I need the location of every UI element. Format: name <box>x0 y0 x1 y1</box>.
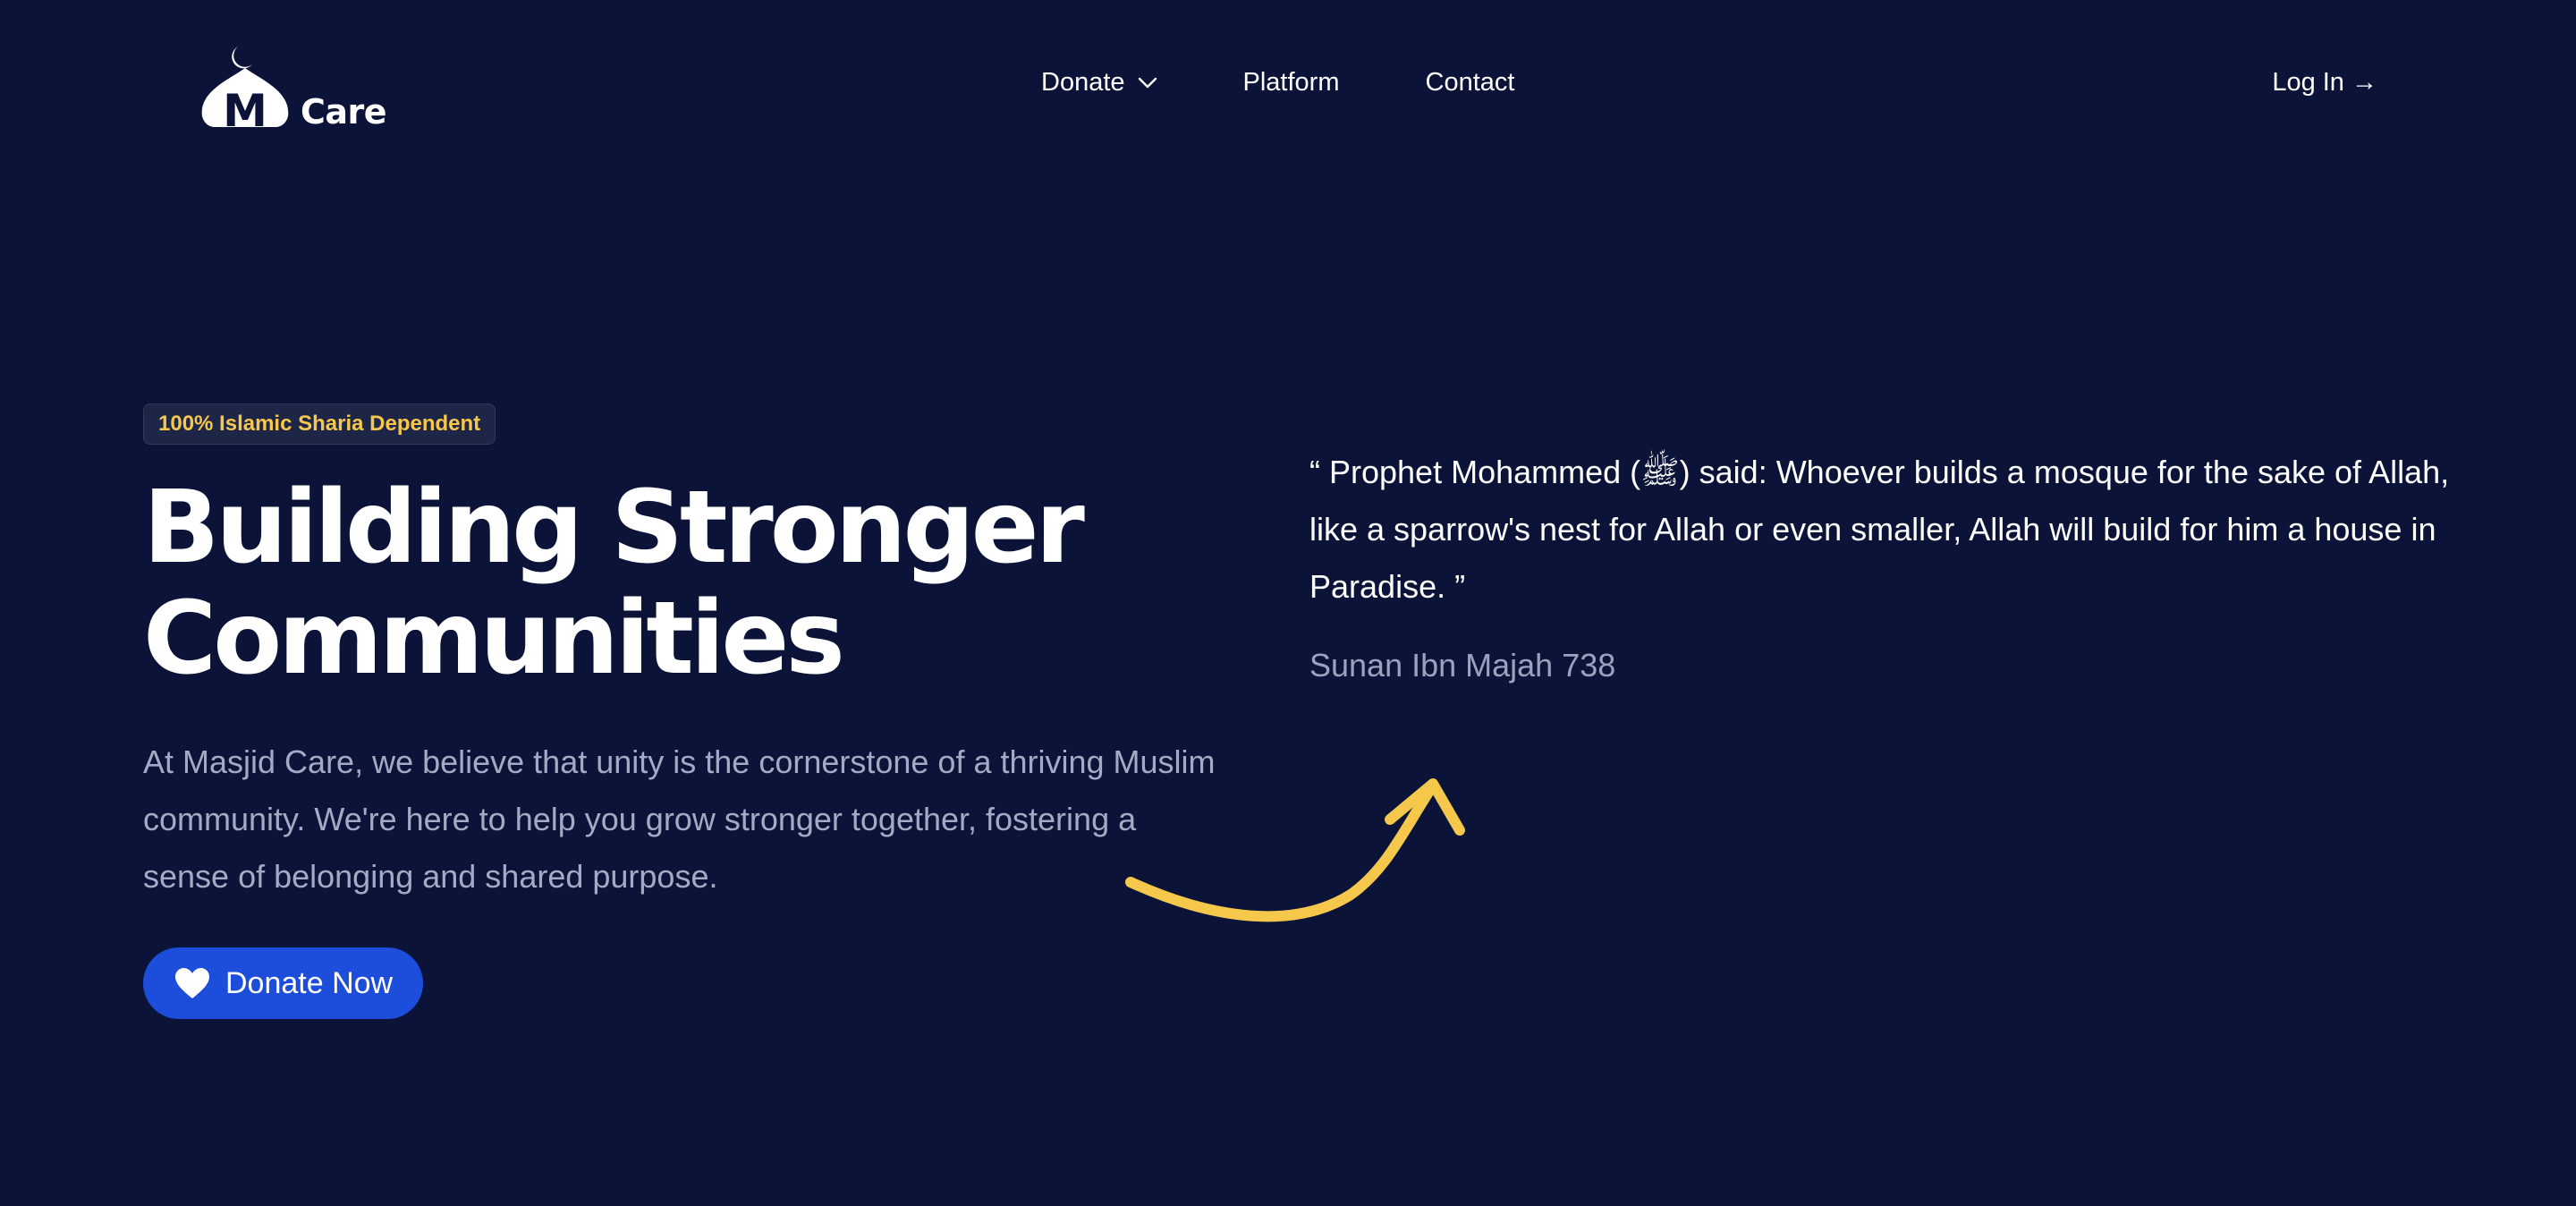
main-nav: Donate Platform Contact <box>1041 68 1514 98</box>
nav-contact[interactable]: Contact <box>1426 68 1515 98</box>
nav-platform-label: Platform <box>1242 68 1340 97</box>
sharia-badge: 100% Islamic Sharia Dependent <box>143 403 496 445</box>
logo-text: Care <box>301 92 387 132</box>
login-link[interactable]: Log In → <box>2272 68 2377 98</box>
headline-line-2: Communities <box>143 581 845 697</box>
hadith-quote: “ Prophet Mohammed (ﷺ) said: Whoever bui… <box>1309 454 2450 605</box>
curved-arrow-icon <box>1125 778 1465 922</box>
logo-letter: M <box>223 85 267 131</box>
logo[interactable]: M Care <box>199 41 387 132</box>
mosque-dome-icon: M <box>201 47 289 131</box>
heart-icon <box>175 968 209 998</box>
quote-source: Sunan Ibn Majah 738 <box>1309 647 1616 684</box>
nav-donate[interactable]: Donate <box>1041 68 1157 98</box>
hero-headline: Building Stronger Communities <box>143 470 1085 697</box>
donate-now-button[interactable]: Donate Now <box>143 947 424 1019</box>
donate-now-label: Donate Now <box>225 965 394 1000</box>
hero-description: At Masjid Care, we believe that unity is… <box>143 743 1216 895</box>
nav-platform[interactable]: Platform <box>1243 68 1340 98</box>
chevron-down-icon <box>1138 77 1157 88</box>
headline-line-1: Building Stronger <box>143 470 1085 586</box>
nav-contact-label: Contact <box>1425 68 1515 97</box>
nav-donate-label: Donate <box>1041 68 1125 97</box>
